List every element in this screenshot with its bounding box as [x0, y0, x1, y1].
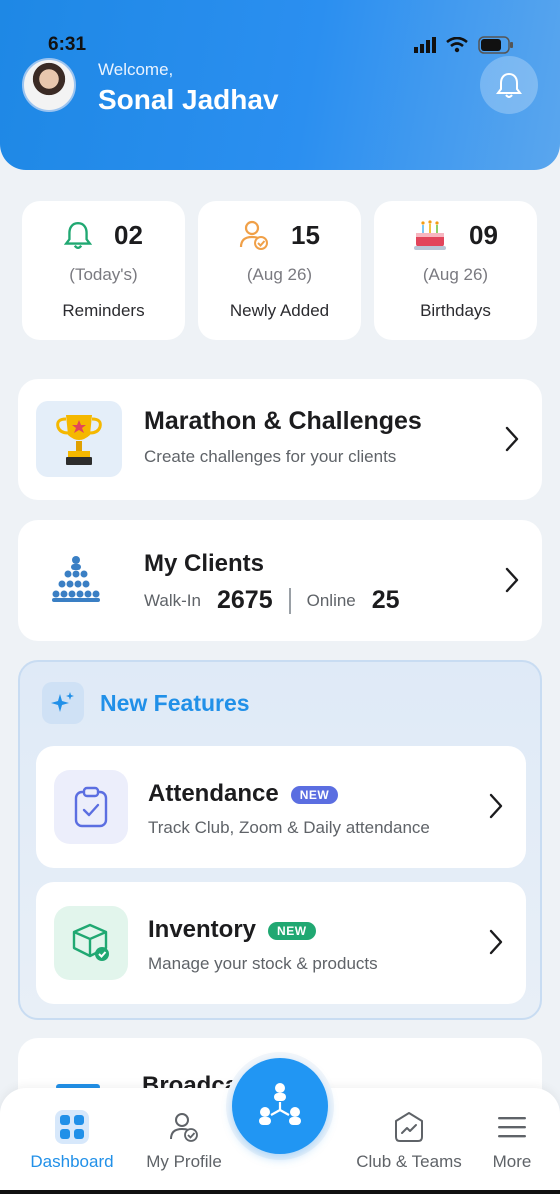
inventory-title: Inventory NEW: [148, 916, 316, 944]
inventory-card[interactable]: Inventory NEW Manage your stock & product…: [36, 882, 526, 1004]
attendance-subtitle: Track Club, Zoom & Daily attendance: [148, 818, 430, 837]
center-action-button[interactable]: [232, 1058, 328, 1154]
birthdays-label: Birthdays: [420, 301, 491, 320]
nav-dashboard[interactable]: Dashboard: [22, 1108, 122, 1172]
birthdays-card[interactable]: 09 (Aug 26) Birthdays: [374, 201, 537, 340]
trophy-tile: [36, 401, 122, 477]
inventory-subtitle: Manage your stock & products: [148, 954, 378, 973]
attendance-card[interactable]: Attendance NEW Track Club, Zoom & Daily a…: [36, 746, 526, 868]
nav-club-teams-label: Club & Teams: [356, 1152, 462, 1171]
chevron-right-icon: [505, 426, 519, 452]
group-icon-wrap: [48, 554, 104, 611]
divider: [288, 587, 291, 614]
user-name: Sonal Jadhav: [98, 84, 279, 115]
home-indicator: [0, 1190, 560, 1194]
reminders-card[interactable]: 02 (Today's) Reminders: [22, 201, 185, 340]
inventory-icon-tile: [54, 906, 128, 980]
birthdays-date: (Aug 26): [422, 265, 489, 284]
online-count: 25: [371, 586, 400, 614]
box-check-icon: [72, 923, 109, 961]
chevron-right-icon: [489, 793, 503, 819]
menu-icon: [498, 1117, 526, 1138]
status-icons: [414, 36, 514, 54]
clients-counts: Walk-In 2675 Online 25: [144, 586, 400, 615]
app-header: 6:31 Welcome, Sonal Jadhav: [0, 0, 560, 170]
new-features-section: New Features Attendance NEW Track Club, Z…: [18, 660, 542, 1020]
walkin-label: Walk-In: [144, 590, 201, 610]
chevron-right-icon: [505, 567, 519, 593]
my-clients-title: My Clients: [144, 550, 265, 577]
newly-added-date: (Aug 26): [246, 265, 313, 284]
notification-button[interactable]: [480, 56, 538, 114]
marathon-title: Marathon & Challenges: [144, 407, 422, 435]
battery-icon: [478, 36, 513, 54]
attendance-icon-tile: [54, 770, 128, 844]
chevron-right-icon: [489, 929, 503, 955]
marathon-subtitle: Create challenges for your clients: [144, 447, 397, 466]
clipboard-check-icon: [74, 786, 108, 828]
walkin-count: 2675: [217, 586, 273, 614]
wifi-icon: [446, 37, 468, 53]
profile-icon: [170, 1113, 198, 1142]
new-badge: NEW: [268, 921, 316, 940]
nav-dashboard-label: Dashboard: [30, 1152, 114, 1171]
new-features-title: New Features: [100, 690, 250, 716]
grid-icon: [55, 1110, 89, 1144]
signal-icon: [414, 37, 436, 53]
cake-icon: [414, 220, 447, 250]
network-icon: [259, 1083, 301, 1125]
nav-club-teams[interactable]: Club & Teams: [350, 1108, 468, 1172]
new-badge: NEW: [290, 785, 339, 804]
welcome-text: Welcome,: [98, 60, 174, 79]
group-icon: [52, 556, 100, 602]
avatar[interactable]: [22, 58, 76, 112]
nav-more-label: More: [492, 1152, 532, 1171]
sparkle-tile: [42, 682, 84, 724]
marathon-challenges-card[interactable]: Marathon & Challenges Create challenges …: [18, 379, 542, 500]
online-label: Online: [306, 590, 356, 610]
bell-icon: [64, 222, 93, 250]
newly-added-count: 15: [291, 219, 320, 250]
nav-my-profile-label: My Profile: [146, 1152, 222, 1171]
attendance-title: Attendance NEW: [148, 780, 339, 808]
nav-more[interactable]: More: [482, 1108, 542, 1172]
reminders-label: Reminders: [62, 301, 145, 320]
status-time: 6:31: [48, 34, 87, 55]
trophy-icon: [56, 415, 102, 465]
newly-added-label: Newly Added: [229, 301, 330, 320]
newly-added-card[interactable]: 15 (Aug 26) Newly Added: [198, 201, 361, 340]
user-check-icon: [239, 220, 269, 250]
sparkle-icon: [51, 692, 74, 712]
my-clients-card[interactable]: My Clients Walk-In 2675 Online 25: [18, 520, 542, 641]
bell-icon: [496, 72, 522, 98]
reminders-count: 02: [114, 219, 143, 250]
reminders-date: (Today's): [69, 265, 138, 284]
nav-my-profile[interactable]: My Profile: [138, 1108, 230, 1172]
birthdays-count: 09: [469, 219, 498, 250]
chart-icon: [395, 1112, 423, 1142]
